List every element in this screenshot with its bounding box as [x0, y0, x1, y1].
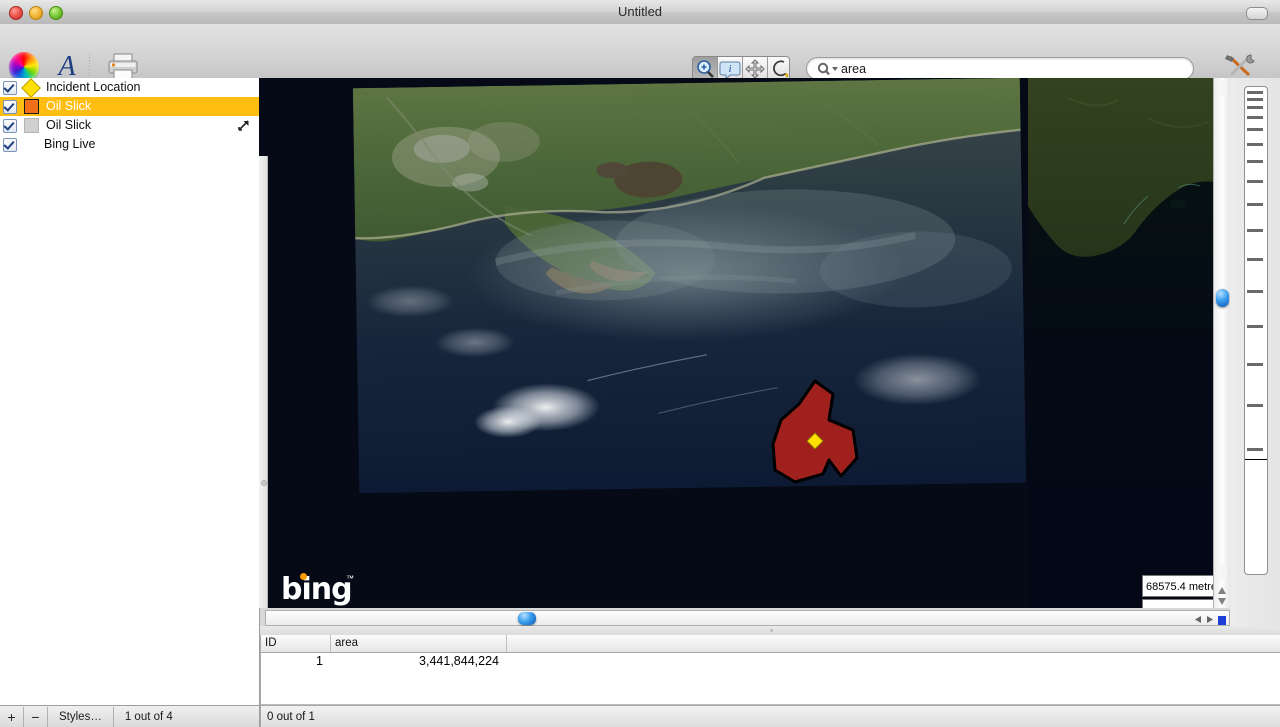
- layer-row-incident-location[interactable]: Incident Location: [0, 78, 259, 97]
- bing-logo: bing: [281, 575, 352, 605]
- map-horizontal-scrollbar[interactable]: [265, 610, 1230, 626]
- table-body: 1 3,441,844,224: [261, 653, 1280, 705]
- zoom-ruler[interactable]: [1244, 86, 1268, 575]
- orange-square-icon: [24, 99, 39, 114]
- column-header-blank[interactable]: [507, 635, 1280, 652]
- bing-logo-dot: [300, 573, 307, 580]
- layer-row-oil-slick-vector[interactable]: Oil Slick: [0, 97, 259, 116]
- cell-blank: [507, 653, 1280, 670]
- attribute-table: ID area 1 3,441,844,224 0 out of 1: [260, 635, 1280, 727]
- map-canvas[interactable]: bing ™ 68575.4 metre: [267, 78, 1237, 608]
- hscroll-end-indicator[interactable]: [1218, 616, 1226, 625]
- vscroll-track-top: [1217, 80, 1227, 96]
- layer-visibility-checkbox[interactable]: [3, 138, 17, 152]
- layer-label: Oil Slick: [46, 97, 91, 116]
- column-header-id[interactable]: ID: [261, 635, 331, 652]
- splitter-handle[interactable]: [261, 480, 267, 486]
- layer-visibility-checkbox[interactable]: [3, 119, 17, 133]
- vscroll-down-arrow[interactable]: [1217, 595, 1227, 604]
- layer-visibility-checkbox[interactable]: [3, 81, 17, 95]
- vscroll-thumb[interactable]: [1216, 289, 1229, 307]
- column-header-area[interactable]: area: [331, 635, 507, 652]
- remove-layer-button[interactable]: −: [24, 707, 48, 727]
- map-vertical-scrollbar[interactable]: [1213, 78, 1231, 608]
- svg-text:i: i: [728, 63, 731, 75]
- bing-trademark: ™: [346, 574, 354, 583]
- toolbar-separator: [89, 54, 90, 76]
- application-window: Untitled Colors A Fonts Print: [0, 0, 1280, 727]
- table-status-label: 0 out of 1: [261, 705, 1280, 727]
- layer-row-oil-slick-raster[interactable]: Oil Slick: [0, 116, 259, 135]
- search-icon[interactable]: [817, 62, 839, 76]
- map-view[interactable]: bing ™ 68575.4 metre: [259, 78, 1237, 608]
- vscroll-track-bottom: [1217, 564, 1227, 580]
- oil-slick-overlay[interactable]: [267, 78, 1237, 608]
- cell-area: 3,441,844,224: [331, 653, 507, 670]
- window-titlebar: Untitled: [0, 0, 1280, 25]
- vscroll-up-arrow[interactable]: [1217, 584, 1227, 593]
- map-scale-label: 68575.4 metre: [1142, 575, 1216, 597]
- layer-label: Bing Live: [44, 135, 95, 154]
- yellow-diamond-icon: [21, 78, 41, 98]
- hscroll-arrows: [1194, 613, 1226, 627]
- export-arrow-icon[interactable]: [237, 119, 251, 132]
- layer-count-label: 1 out of 4: [114, 711, 173, 723]
- layer-label: Incident Location: [46, 78, 141, 97]
- styles-button[interactable]: Styles…: [48, 707, 114, 727]
- layer-visibility-checkbox[interactable]: [3, 100, 17, 114]
- layer-row-bing-live[interactable]: Bing Live: [0, 135, 259, 154]
- add-layer-button[interactable]: +: [0, 707, 24, 727]
- no-swatch-spacer: [24, 139, 36, 151]
- hammer-wrench-icon: [1223, 52, 1257, 80]
- table-header-row: ID area: [261, 635, 1280, 653]
- hscroll-thumb[interactable]: [518, 612, 536, 625]
- toolbar-toggle-button[interactable]: [1246, 7, 1268, 20]
- main-toolbar: Colors A Fonts Print: [0, 24, 1280, 79]
- oil-slick-polygon: [773, 381, 857, 482]
- panel-splitter[interactable]: [259, 156, 268, 608]
- layers-panel: Incident Location Oil Slick Oil Slick Bi…: [0, 78, 260, 705]
- table-row[interactable]: 1 3,441,844,224: [261, 653, 1280, 670]
- search-input[interactable]: [806, 57, 1194, 80]
- hscroll-right-arrow[interactable]: [1206, 613, 1214, 627]
- map-scale-bar: [1142, 599, 1216, 608]
- gray-square-icon: [24, 118, 39, 133]
- window-title: Untitled: [0, 4, 1280, 19]
- ruler-current-marker: [1245, 459, 1267, 460]
- filter-search-group: [806, 57, 1194, 80]
- hscroll-left-arrow[interactable]: [1194, 613, 1202, 627]
- table-splitter-handle[interactable]: [770, 629, 773, 632]
- layer-label: Oil Slick: [46, 116, 91, 135]
- layers-statusbar: + − Styles… 1 out of 4: [0, 705, 260, 727]
- cell-id: 1: [261, 653, 331, 670]
